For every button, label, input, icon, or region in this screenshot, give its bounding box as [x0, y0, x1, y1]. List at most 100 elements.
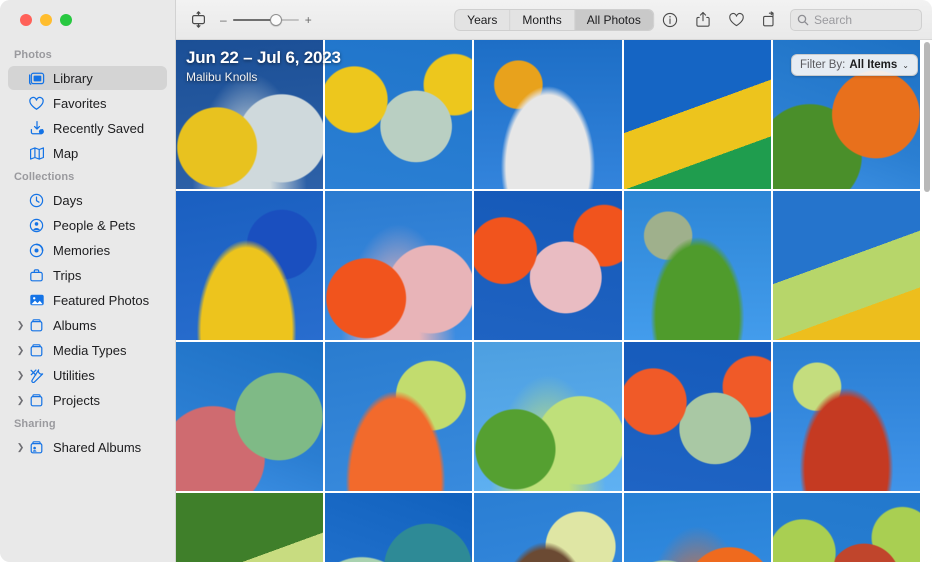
- tab-all-photos[interactable]: All Photos: [574, 9, 653, 30]
- sidebar-item-utilities[interactable]: ❯ Utilities: [8, 363, 167, 387]
- photo-thumbnail-image: [176, 40, 324, 189]
- photo-thumbnail-image: [772, 493, 920, 562]
- album-icon: [27, 342, 46, 358]
- rotate-icon[interactable]: [757, 9, 781, 31]
- photo-thumbnail[interactable]: [772, 493, 920, 562]
- photo-thumbnail[interactable]: [623, 40, 771, 189]
- zoom-slider-knob[interactable]: [269, 13, 282, 26]
- sidebar-item-library[interactable]: ❯Library: [8, 66, 167, 90]
- photos-app-window: Photos❯Library❯Favorites❯Recently Saved❯…: [0, 0, 932, 562]
- photo-thumbnail-image: [325, 342, 473, 491]
- photo-thumbnail[interactable]: [474, 191, 622, 340]
- vertical-scrollbar-thumb[interactable]: [924, 42, 930, 192]
- person-circle-icon: [27, 217, 46, 233]
- photo-thumbnail[interactable]: [623, 493, 771, 562]
- sidebar-item-label: Shared Albums: [53, 439, 142, 455]
- photo-thumbnail[interactable]: [474, 342, 622, 491]
- photo-thumbnail[interactable]: [176, 493, 324, 562]
- sidebar-item-days[interactable]: ❯Days: [8, 188, 167, 212]
- zoom-window-button[interactable]: [60, 14, 72, 26]
- photo-thumbnail-image: [325, 40, 473, 189]
- photo-thumbnail[interactable]: [772, 191, 920, 340]
- photo-grid[interactable]: [176, 40, 920, 562]
- search-icon: [797, 14, 809, 25]
- photo-thumbnail[interactable]: [623, 342, 771, 491]
- close-window-button[interactable]: [20, 14, 32, 26]
- sidebar-item-albums[interactable]: ❯ Albums: [8, 313, 167, 337]
- recently-saved-icon: [27, 120, 46, 136]
- search-input[interactable]: Search: [790, 8, 922, 31]
- photo-thumbnail[interactable]: [772, 342, 920, 491]
- sidebar-item-label: Trips: [53, 267, 82, 283]
- photo-thumbnail-image: [325, 493, 473, 562]
- tab-months[interactable]: Months: [510, 9, 575, 30]
- photo-thumbnail[interactable]: [325, 342, 473, 491]
- chevron-down-icon: ⌄: [902, 60, 909, 70]
- shared-album-icon: [27, 439, 46, 455]
- sidebar-item-label: Days: [53, 192, 83, 208]
- heart-icon: [27, 95, 46, 111]
- zoom-in-label[interactable]: +: [305, 14, 312, 26]
- minimize-window-button[interactable]: [40, 14, 52, 26]
- photo-thumbnail-image: [623, 342, 771, 491]
- chevron-right-icon[interactable]: ❯: [14, 370, 27, 380]
- view-options-icon[interactable]: [186, 9, 210, 31]
- photo-thumbnail[interactable]: [176, 342, 324, 491]
- album-icon: [27, 317, 46, 333]
- view-mode-segmented-control[interactable]: Years Months All Photos: [454, 8, 654, 31]
- heart-icon[interactable]: [724, 9, 748, 31]
- photo-thumbnail-image: [623, 493, 771, 562]
- photo-thumbnail[interactable]: [176, 191, 324, 340]
- filter-by-button[interactable]: Filter By: All Items ⌄: [790, 54, 918, 76]
- photo-thumbnail[interactable]: [474, 493, 622, 562]
- photo-grid-area[interactable]: Jun 22 – Jul 6, 2023 Malibu Knolls Filte…: [176, 40, 932, 562]
- sidebar-item-map[interactable]: ❯Map: [8, 141, 167, 165]
- sidebar-section-header: Collections: [14, 171, 75, 183]
- photo-thumbnail[interactable]: [176, 40, 324, 189]
- photo-thumbnail-image: [325, 191, 473, 340]
- sidebar-item-label: Recently Saved: [53, 120, 145, 136]
- photo-thumbnail-image: [474, 40, 622, 189]
- sidebar-item-recently-saved[interactable]: ❯Recently Saved: [8, 116, 167, 140]
- photo-thumbnail[interactable]: [325, 493, 473, 562]
- sidebar-item-favorites[interactable]: ❯Favorites: [8, 91, 167, 115]
- sidebar-item-people-pets[interactable]: ❯People & Pets: [8, 213, 167, 237]
- chevron-right-icon[interactable]: ❯: [14, 320, 27, 330]
- sidebar-item-shared-albums[interactable]: ❯ Shared Albums: [8, 435, 167, 459]
- sidebar-item-label: Memories: [53, 242, 111, 258]
- suitcase-icon: [27, 267, 46, 283]
- album-icon: [27, 392, 46, 408]
- photo-thumbnail[interactable]: [474, 40, 622, 189]
- photo-thumbnail-image: [623, 40, 771, 189]
- sidebar-item-label: Projects: [53, 392, 100, 408]
- tab-years[interactable]: Years: [455, 9, 511, 30]
- sidebar-item-label: Map: [53, 145, 79, 161]
- utilities-icon: [27, 367, 46, 383]
- clock-icon: [27, 192, 46, 208]
- map-icon: [27, 145, 46, 161]
- zoom-out-label[interactable]: –: [220, 14, 227, 26]
- zoom-slider-track[interactable]: [232, 13, 299, 26]
- sidebar-item-media-types[interactable]: ❯ Media Types: [8, 338, 167, 362]
- photo-thumbnail[interactable]: [325, 191, 473, 340]
- zoom-slider[interactable]: – +: [220, 13, 312, 26]
- info-icon[interactable]: [658, 9, 682, 31]
- chevron-right-icon[interactable]: ❯: [14, 345, 27, 355]
- photo-thumbnail[interactable]: [325, 40, 473, 189]
- photo-thumbnail-image: [772, 191, 920, 340]
- photo-thumbnail-image: [474, 191, 622, 340]
- sidebar-item-featured-photos[interactable]: ❯Featured Photos: [8, 288, 167, 312]
- sidebar-item-trips[interactable]: ❯Trips: [8, 263, 167, 287]
- memories-icon: [27, 242, 46, 258]
- vertical-scrollbar[interactable]: [923, 40, 931, 562]
- sidebar-scroll-area[interactable]: Photos❯Library❯Favorites❯Recently Saved❯…: [0, 34, 175, 459]
- sidebar-item-projects[interactable]: ❯ Projects: [8, 388, 167, 412]
- photo-thumbnail[interactable]: [623, 191, 771, 340]
- chevron-right-icon[interactable]: ❯: [14, 395, 27, 405]
- sidebar-item-memories[interactable]: ❯Memories: [8, 238, 167, 262]
- share-icon[interactable]: [691, 9, 715, 31]
- window-controls: [0, 0, 175, 34]
- toolbar: – + Years Months All Photos Search: [176, 0, 932, 40]
- chevron-right-icon[interactable]: ❯: [14, 442, 27, 452]
- photo-thumbnail-image: [772, 342, 920, 491]
